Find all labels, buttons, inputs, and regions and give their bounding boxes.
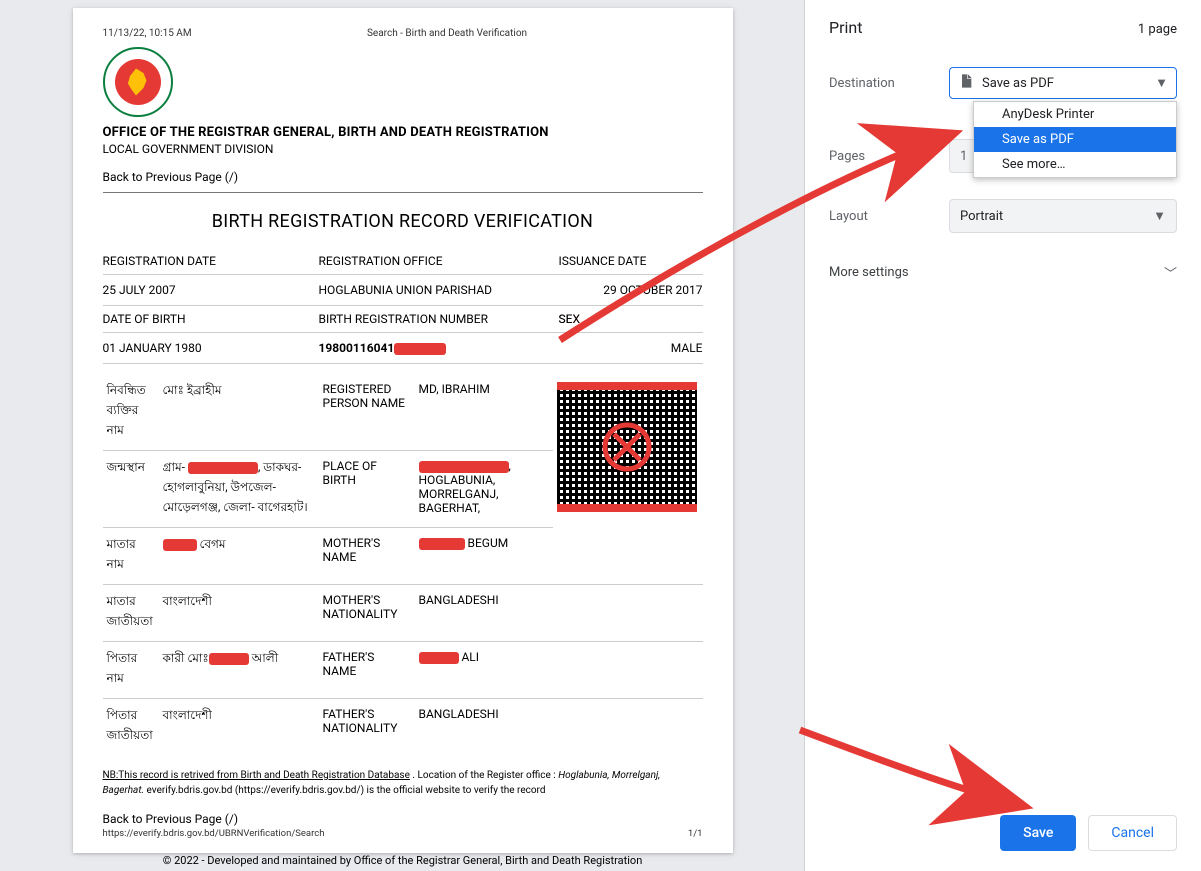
back-link-bottom[interactable]: Back to Previous Page (/) <box>103 812 703 826</box>
row-name-bn-label: নিবন্ধিত ব্যক্তির নাম <box>103 374 159 451</box>
val-issuance-date: 29 OCTOBER 2017 <box>559 275 703 306</box>
office-subtitle: LOCAL GOVERNMENT DIVISION <box>103 142 703 156</box>
row-mother-en-label: MOTHER'S NAME <box>319 528 415 585</box>
pages-label: Pages <box>829 149 949 164</box>
row-father-en-label: FATHER'S NAME <box>319 642 415 699</box>
destination-option-seemore[interactable]: See more… <box>974 152 1176 177</box>
row-mother-nat-en-value: BANGLADESHI <box>415 585 703 642</box>
more-settings-label: More settings <box>829 265 909 280</box>
qr-code <box>557 382 697 512</box>
row-father-bn-label: পিতার নাম <box>103 642 159 699</box>
hdr-reg-date: REGISTRATION DATE <box>103 248 319 275</box>
row-mother-nat-bn-label: মাতার জাতীয়তা <box>103 585 159 642</box>
hdr-issuance-date: ISSUANCE DATE <box>559 248 703 275</box>
destination-dropdown[interactable]: AnyDesk Printer Save as PDF See more… <box>973 101 1177 178</box>
chevron-down-icon: ▼ <box>1155 75 1168 91</box>
val-reg-office: HOGLABUNIA UNION PARISHAD <box>319 275 559 306</box>
destination-option-saveaspdf[interactable]: Save as PDF <box>974 127 1176 152</box>
hdr-dob: DATE OF BIRTH <box>103 306 319 333</box>
layout-label: Layout <box>829 209 949 224</box>
row-place-bn-value: গ্রাম- , ডাকঘর- হোগলাবুনিয়া, উপজেল- মোড… <box>159 451 319 528</box>
destination-value: Save as PDF <box>982 76 1054 91</box>
pdf-icon <box>958 73 974 93</box>
save-button[interactable]: Save <box>1000 815 1076 851</box>
row-father-nat-en-value: BANGLADESHI <box>415 699 703 756</box>
row-place-bn-label: জন্মস্থান <box>103 451 159 528</box>
doc-timestamp: 11/13/22, 10:15 AM <box>103 28 192 39</box>
back-link-top[interactable]: Back to Previous Page (/) <box>103 170 703 184</box>
office-title: OFFICE OF THE REGISTRAR GENERAL, BIRTH A… <box>103 125 703 140</box>
more-settings-toggle[interactable]: More settings ﹀ <box>829 259 1177 286</box>
footer-page-number: 1/1 <box>688 828 703 839</box>
row-father-bn-value: কারী মোঃ আলী <box>159 642 319 699</box>
doc-main-title: BIRTH REGISTRATION RECORD VERIFICATION <box>103 211 703 232</box>
print-panel: Print 1 page Destination Save as PDF ▼ <box>805 0 1201 871</box>
layout-select[interactable]: Portrait ▼ <box>949 199 1177 233</box>
page-count: 1 page <box>1138 22 1177 37</box>
row-father-nat-en-label: FATHER'S NATIONALITY <box>319 699 415 756</box>
destination-select[interactable]: Save as PDF ▼ <box>949 67 1177 99</box>
row-mother-nat-bn-value: বাংলাদেশী <box>159 585 319 642</box>
hdr-reg-office: REGISTRATION OFFICE <box>319 248 559 275</box>
chevron-down-icon: ▼ <box>1153 208 1166 224</box>
cancel-button[interactable]: Cancel <box>1088 815 1177 851</box>
row-place-en-value: , HOGLABUNIA, MORRELGANJ, BAGERHAT, <box>415 451 553 528</box>
row-name-en-value: MD, IBRAHIM <box>415 374 553 451</box>
nb-note: NB:This record is retrived from Birth an… <box>103 769 703 798</box>
row-father-en-value: ALI <box>415 642 703 699</box>
gov-logo <box>103 47 173 117</box>
row-father-nat-bn-value: বাংলাদেশী <box>159 699 319 756</box>
row-mother-bn-value: বেগম <box>159 528 319 585</box>
row-mother-nat-en-label: MOTHER'S NATIONALITY <box>319 585 415 642</box>
val-dob: 01 JANUARY 1980 <box>103 333 319 364</box>
hdr-brn: BIRTH REGISTRATION NUMBER <box>319 306 559 333</box>
row-name-bn-value: মোঃ ইব্রাহীম <box>159 374 319 451</box>
val-brn: 19800116041 <box>319 333 559 364</box>
row-mother-en-value: BEGUM <box>415 528 703 585</box>
row-mother-bn-label: মাতার নাম <box>103 528 159 585</box>
document-page: 11/13/22, 10:15 AM Search - Birth and De… <box>73 8 733 853</box>
print-preview-area: 11/13/22, 10:15 AM Search - Birth and De… <box>0 0 805 871</box>
row-name-en-label: REGISTERED PERSON NAME <box>319 374 415 451</box>
chevron-down-icon: ﹀ <box>1164 263 1177 282</box>
print-title: Print <box>829 18 862 37</box>
layout-value: Portrait <box>960 209 1003 224</box>
footer-url: https://everify.bdris.gov.bd/UBRNVerific… <box>103 828 325 839</box>
doc-header-center: Search - Birth and Death Verification <box>367 28 527 39</box>
val-reg-date: 25 JULY 2007 <box>103 275 319 306</box>
destination-label: Destination <box>829 76 949 91</box>
destination-option-anydesk[interactable]: AnyDesk Printer <box>974 102 1176 127</box>
val-sex: MALE <box>559 333 703 364</box>
row-place-en-label: PLACE OF BIRTH <box>319 451 415 528</box>
row-father-nat-bn-label: পিতার জাতীয়তা <box>103 699 159 756</box>
hdr-sex: SEX <box>559 306 703 333</box>
copyright-line: © 2022 - Developed and maintained by Off… <box>103 854 703 867</box>
